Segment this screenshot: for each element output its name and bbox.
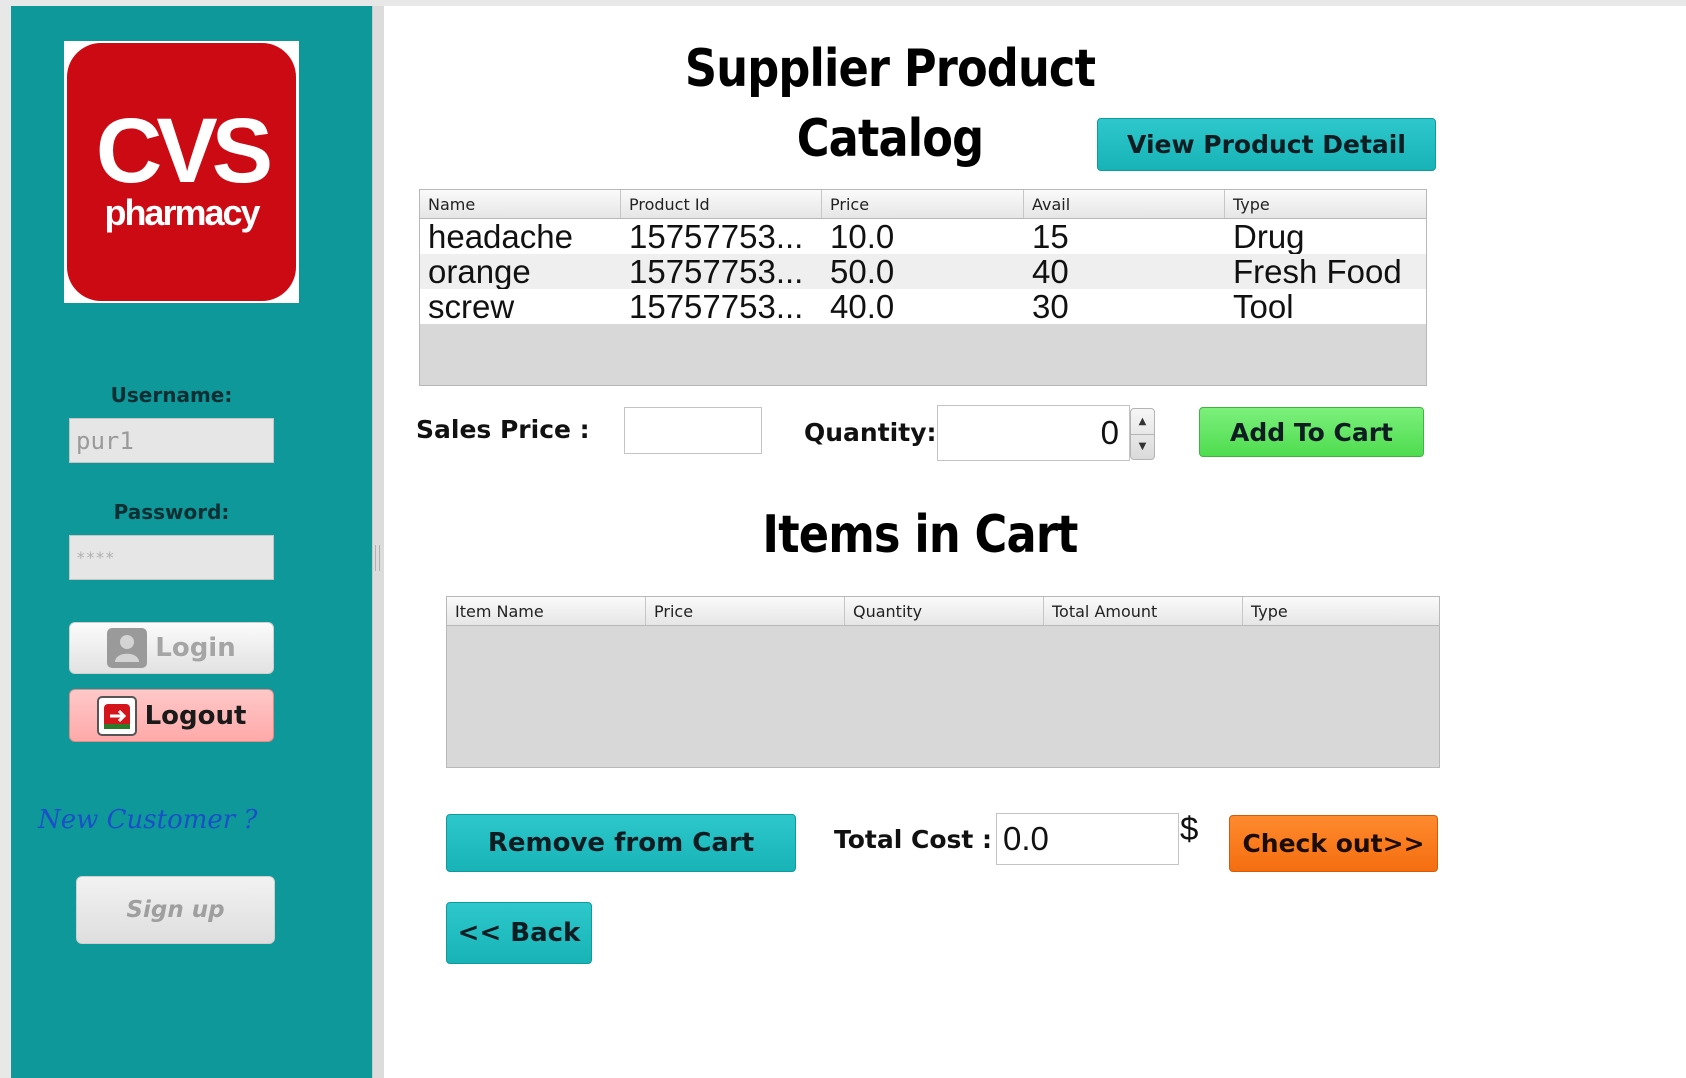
product-catalog-table[interactable]: Name Product Id Price Avail Type headach… (419, 189, 1427, 386)
cell-price: 40.0 (830, 289, 895, 324)
cell-avail: 30 (1032, 289, 1069, 324)
back-button[interactable]: << Back (446, 902, 592, 964)
cell-price: 10.0 (830, 219, 895, 254)
quantity-stepper[interactable]: ▲ ▼ (1130, 408, 1155, 460)
username-field[interactable]: pur1 (69, 418, 274, 463)
cell-type: Fresh Food (1233, 254, 1402, 289)
cart-title: Items in Cart (762, 505, 1078, 565)
column-header-product-id[interactable]: Product Id (621, 190, 822, 218)
add-to-cart-button[interactable]: Add To Cart (1199, 407, 1424, 457)
view-product-detail-button[interactable]: View Product Detail (1097, 118, 1436, 171)
cvs-pharmacy-logo: CVS pharmacy (64, 41, 299, 303)
stepper-up-icon[interactable]: ▲ (1131, 409, 1154, 434)
logout-label: Logout (144, 700, 247, 731)
signup-button[interactable]: Sign up (76, 876, 275, 944)
total-cost-field[interactable]: 0.0 (996, 813, 1179, 865)
logout-exit-icon (96, 695, 137, 736)
login-label: Login (155, 633, 236, 663)
cell-type: Tool (1233, 289, 1294, 324)
password-field[interactable]: **** (69, 535, 274, 580)
divider-grip-icon[interactable] (375, 545, 380, 571)
column-header-type[interactable]: Type (1243, 597, 1439, 625)
catalog-title: Supplier Product Catalog (684, 39, 1096, 169)
cell-type: Drug (1233, 219, 1305, 254)
cell-avail: 15 (1032, 219, 1069, 254)
cell-product-id: 15757753... (629, 254, 804, 289)
username-label: Username: (110, 383, 233, 407)
cell-name: screw (428, 289, 515, 324)
column-header-item-name[interactable]: Item Name (447, 597, 646, 625)
logout-button[interactable]: Logout (69, 689, 274, 742)
cell-price: 50.0 (830, 254, 895, 289)
column-header-name[interactable]: Name (420, 190, 621, 218)
cell-product-id: 15757753... (629, 289, 804, 324)
logo-background: CVS pharmacy (67, 43, 296, 301)
quantity-label: Quantity: (804, 418, 937, 447)
table-row[interactable]: orange 15757753... 50.0 40 Fresh Food (420, 254, 1426, 289)
column-header-type[interactable]: Type (1225, 190, 1426, 218)
column-header-price[interactable]: Price (822, 190, 1024, 218)
column-header-total-amount[interactable]: Total Amount (1044, 597, 1243, 625)
remove-from-cart-button[interactable]: Remove from Cart (446, 814, 796, 872)
cell-name: orange (428, 254, 531, 289)
login-button[interactable]: Login (69, 622, 274, 674)
logo-sub-text: pharmacy (104, 192, 260, 233)
checkout-button[interactable]: Check out>> (1229, 815, 1438, 872)
currency-symbol: $ (1180, 810, 1199, 847)
split-pane-divider[interactable] (372, 6, 384, 1078)
password-label: Password: (113, 500, 230, 524)
stepper-down-icon[interactable]: ▼ (1131, 433, 1154, 460)
table-row[interactable]: screw 15757753... 40.0 30 Tool (420, 289, 1426, 324)
login-person-icon (107, 628, 148, 668)
total-cost-label: Total Cost : (834, 825, 993, 854)
cart-table-header: Item Name Price Quantity Total Amount Ty… (447, 597, 1439, 626)
cell-product-id: 15757753... (629, 219, 804, 254)
catalog-table-header: Name Product Id Price Avail Type (420, 190, 1426, 219)
sales-price-label: Sales Price : (416, 415, 590, 444)
table-row[interactable]: headache 15757753... 10.0 15 Drug (420, 219, 1426, 254)
column-header-quantity[interactable]: Quantity (845, 597, 1044, 625)
cell-avail: 40 (1032, 254, 1069, 289)
cell-name: headache (428, 219, 573, 254)
cart-table[interactable]: Item Name Price Quantity Total Amount Ty… (446, 596, 1440, 768)
logo-brand-text: CVS (95, 100, 273, 202)
sales-price-field[interactable] (624, 407, 762, 454)
new-customer-link[interactable]: New Customer ? (38, 805, 288, 845)
quantity-field[interactable]: 0 (937, 405, 1130, 461)
column-header-avail[interactable]: Avail (1024, 190, 1225, 218)
column-header-price[interactable]: Price (646, 597, 845, 625)
